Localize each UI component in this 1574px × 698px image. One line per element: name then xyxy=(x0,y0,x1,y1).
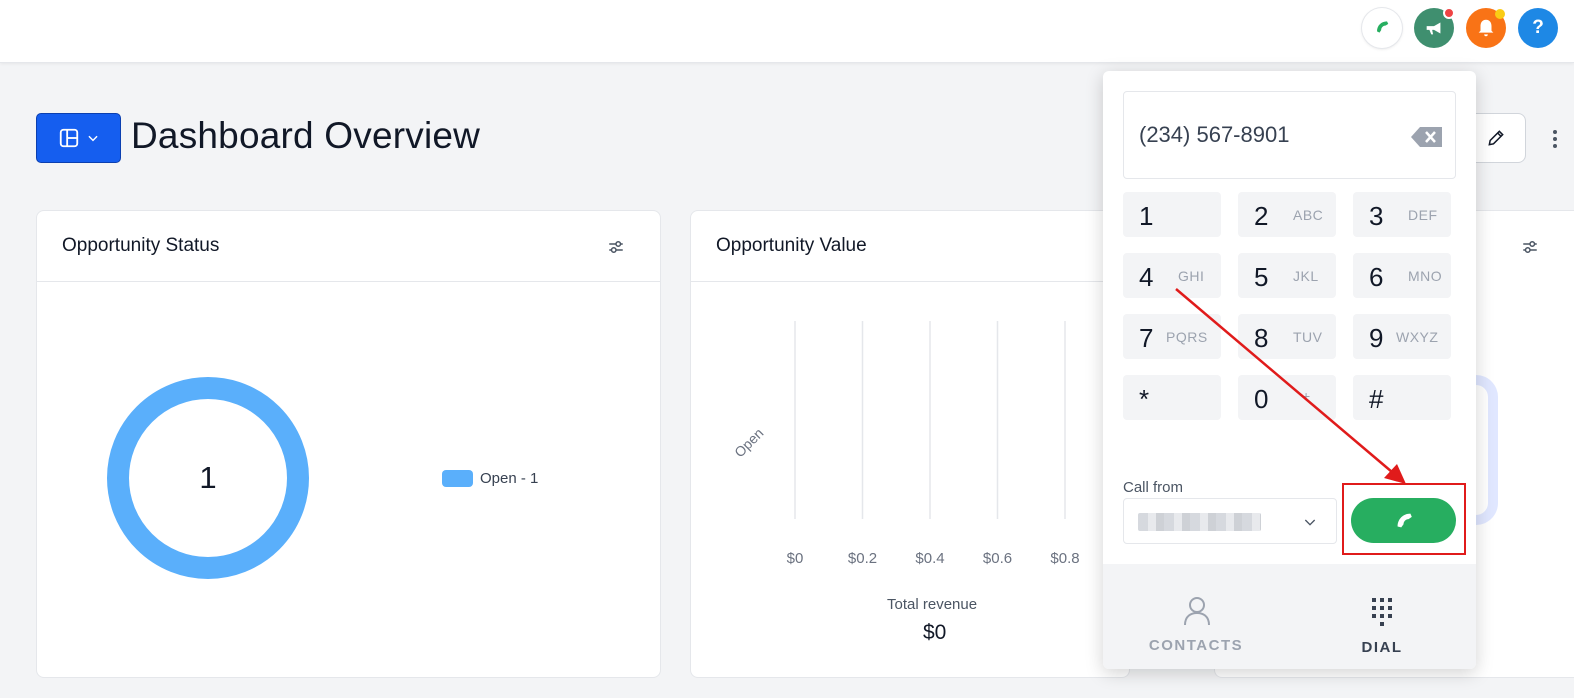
x-tick-label: $0.6 xyxy=(982,550,1013,567)
notification-dot xyxy=(1443,7,1455,19)
annotation-highlight-box xyxy=(1342,483,1466,555)
key-digit: 7 xyxy=(1139,323,1154,353)
key-digit: 2 xyxy=(1254,201,1269,231)
key-letters: DEF xyxy=(1408,207,1438,223)
bell-icon xyxy=(1478,19,1494,37)
tab-dial[interactable]: DIAL xyxy=(1289,564,1475,669)
x-tick-label: $0.2 xyxy=(847,550,878,567)
key-digit: 8 xyxy=(1254,323,1269,353)
x-tick-label: $0 xyxy=(786,550,804,567)
notification-dot xyxy=(1495,9,1505,19)
dialer-tabs: CONTACTS DIAL xyxy=(1103,564,1476,669)
keypad-key-hash[interactable]: # xyxy=(1353,375,1451,420)
keypad-key-4[interactable]: 4 GHI xyxy=(1123,253,1221,298)
key-letters: TUV xyxy=(1293,329,1323,345)
page-title: Dashboard Overview xyxy=(131,115,481,156)
phone-dialer-panel: (234) 567-8901 1 2 ABC 3 DEF 4 GHI 5 JKL 6 MNO 7 PQR… xyxy=(1103,71,1476,669)
dashboard-switcher-button[interactable] xyxy=(36,113,121,163)
chevron-down-icon xyxy=(87,135,98,142)
key-digit: # xyxy=(1369,384,1384,414)
filter-icon[interactable] xyxy=(607,238,625,256)
partial-chart-ring xyxy=(1476,375,1498,525)
legend-label: Open - 1 xyxy=(480,470,539,487)
phone-icon xyxy=(1377,21,1389,33)
tab-label: DIAL xyxy=(1361,639,1403,656)
key-digit: 4 xyxy=(1139,262,1154,292)
key-digit: 9 xyxy=(1369,323,1384,353)
key-letters: MNO xyxy=(1408,268,1443,284)
keypad-key-2[interactable]: 2 ABC xyxy=(1238,192,1336,237)
key-digit: 3 xyxy=(1369,201,1384,231)
tab-label: CONTACTS xyxy=(1148,637,1244,654)
keypad-key-5[interactable]: 5 JKL xyxy=(1238,253,1336,298)
key-letters: ABC xyxy=(1293,207,1324,223)
help-label: ? xyxy=(1532,17,1544,38)
key-digit: * xyxy=(1139,384,1150,414)
more-options-button[interactable] xyxy=(1548,125,1562,153)
card-header: Opportunity Value xyxy=(691,211,1129,282)
key-digit: 1 xyxy=(1139,201,1154,231)
opportunity-value-card: Opportunity Value Open $0 $0.2 $0.4 $0.6 $0.… xyxy=(690,210,1130,678)
call-from-label: Call from xyxy=(1123,479,1184,496)
card-header: Opportunity Status xyxy=(37,211,660,282)
keypad-key-3[interactable]: 3 DEF xyxy=(1353,192,1451,237)
caller-number-redacted xyxy=(1138,513,1261,531)
megaphone-icon xyxy=(1426,22,1441,35)
backspace-icon[interactable] xyxy=(1410,126,1444,148)
chart-legend[interactable]: Open - 1 xyxy=(442,470,538,487)
chevron-down-icon xyxy=(1304,519,1316,526)
card-title: Opportunity Value xyxy=(716,235,867,256)
chart-grid xyxy=(794,321,1066,519)
keypad-key-6[interactable]: 6 MNO xyxy=(1353,253,1451,298)
keypad-key-0[interactable]: 0 + xyxy=(1238,375,1336,420)
opportunity-status-card: Opportunity Status 1 Open - 1 xyxy=(36,210,661,678)
dialed-number: (234) 567-8901 xyxy=(1139,122,1290,147)
key-letters: WXYZ xyxy=(1396,329,1439,345)
call-from-select[interactable] xyxy=(1123,498,1337,544)
layout-icon xyxy=(59,128,78,148)
key-digit: 6 xyxy=(1369,262,1384,292)
filter-icon[interactable] xyxy=(1521,238,1539,256)
key-letters: PQRS xyxy=(1166,329,1208,345)
card-title: Opportunity Status xyxy=(62,235,220,256)
total-revenue-label: Total revenue xyxy=(887,596,978,613)
pencil-icon xyxy=(1488,130,1504,146)
keypad-key-star[interactable]: * xyxy=(1123,375,1221,420)
legend-swatch xyxy=(442,470,473,487)
key-letters: JKL xyxy=(1293,268,1319,284)
key-letters: GHI xyxy=(1178,268,1205,284)
help-button[interactable]: ? xyxy=(1518,8,1558,48)
keypad-key-8[interactable]: 8 TUV xyxy=(1238,314,1336,359)
x-tick-label: $0.4 xyxy=(915,550,945,567)
keypad-key-1[interactable]: 1 xyxy=(1123,192,1221,237)
announcements-button[interactable] xyxy=(1414,7,1455,48)
top-bar: ? xyxy=(0,0,1574,63)
key-digit: 0 xyxy=(1254,384,1269,414)
keypad-icon xyxy=(1372,598,1392,626)
person-icon xyxy=(1184,597,1210,626)
donut-center-value: 1 xyxy=(199,460,217,495)
keypad-key-7[interactable]: 7 PQRS xyxy=(1123,314,1221,359)
total-revenue-value: $0 xyxy=(923,621,947,644)
key-letters: + xyxy=(1302,388,1311,404)
dial-display[interactable]: (234) 567-8901 xyxy=(1123,91,1456,179)
phone-button[interactable] xyxy=(1362,8,1402,48)
tab-contacts[interactable]: CONTACTS xyxy=(1103,564,1289,669)
notifications-button[interactable] xyxy=(1466,8,1506,48)
bar-chart: Open $0 $0.2 $0.4 $0.6 $0.8 Total revenue $0 xyxy=(691,283,1131,679)
x-tick-label: $0.8 xyxy=(1050,550,1080,567)
key-digit: 5 xyxy=(1254,262,1269,292)
keypad-key-9[interactable]: 9 WXYZ xyxy=(1353,314,1451,359)
donut-chart: 1 xyxy=(107,377,309,579)
